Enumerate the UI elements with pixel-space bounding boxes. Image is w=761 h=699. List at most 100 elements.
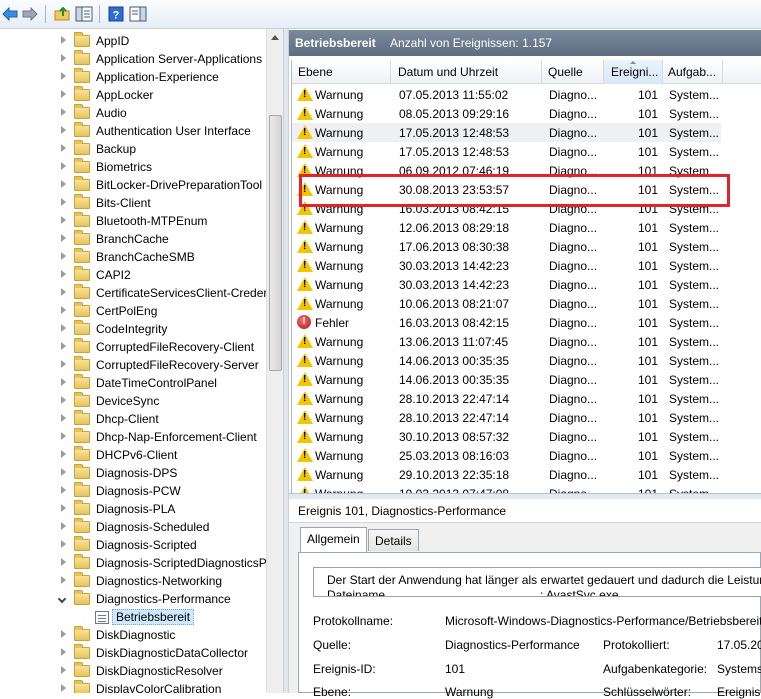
tree-item[interactable]: Diagnosis-ScriptedDiagnosticsPr xyxy=(0,554,271,572)
tree-item[interactable]: CertificateServicesClient-Creden xyxy=(0,284,270,302)
tree-item[interactable]: Application Server-Applications xyxy=(0,50,265,68)
column-date[interactable]: Datum und Uhrzeit xyxy=(398,65,498,79)
tree-item[interactable]: Diagnostics-Networking xyxy=(0,572,265,590)
show-action-pane-icon[interactable] xyxy=(128,4,148,24)
tree-item[interactable]: Biometrics xyxy=(0,158,265,176)
event-row[interactable]: Warnung 14.06.2013 00:35:35 Diagno... 101 Sy… xyxy=(292,370,722,389)
event-row[interactable]: Warnung 17.06.2013 08:30:38 Diagno... 101 Sy… xyxy=(292,237,722,256)
expand-arrow-icon[interactable] xyxy=(61,684,66,692)
tree-scrollbar[interactable] xyxy=(266,29,283,693)
forward-arrow-icon[interactable] xyxy=(20,4,40,24)
expand-arrow-icon[interactable] xyxy=(61,252,66,260)
tree-item[interactable]: DiskDiagnosticDataCollector xyxy=(0,644,265,662)
tree-item[interactable]: Bluetooth-MTPEnum xyxy=(0,212,265,230)
tree-item[interactable]: Authentication User Interface xyxy=(0,122,265,140)
tab-general[interactable]: Allgemein xyxy=(300,527,367,553)
expand-arrow-icon[interactable] xyxy=(61,216,66,224)
tree-item[interactable]: CorruptedFileRecovery-Client xyxy=(0,338,265,356)
event-row[interactable]: Warnung19.03.2013 07:47:08Diagno...101Sy… xyxy=(292,484,722,493)
event-row[interactable]: Warnung 29.10.2013 22:35:18 Diagno... 101 Sy… xyxy=(292,465,722,484)
expand-arrow-icon[interactable] xyxy=(61,450,66,458)
expand-arrow-icon[interactable] xyxy=(61,432,66,440)
event-row[interactable]: Warnung 28.10.2013 22:47:14 Diagno... 101 Sy… xyxy=(292,408,722,427)
tree-item[interactable]: Dhcp-Client xyxy=(0,410,265,428)
tree-item[interactable]: CAPI2 xyxy=(0,266,265,284)
tree-item[interactable]: Diagnosis-Scripted xyxy=(0,536,265,554)
scrollbar-thumb[interactable] xyxy=(269,115,282,371)
expand-arrow-icon[interactable] xyxy=(61,54,66,62)
back-arrow-icon[interactable] xyxy=(0,4,20,24)
tree-item[interactable]: Diagnostics-Performance xyxy=(0,590,265,608)
expand-arrow-icon[interactable] xyxy=(61,270,66,278)
tree-item[interactable]: DateTimeControlPanel xyxy=(0,374,265,392)
expand-arrow-icon[interactable] xyxy=(61,288,66,296)
event-row[interactable]: Warnung 30.03.2013 14:42:23 Diagno... 101 Sy… xyxy=(292,256,722,275)
event-row[interactable]: ! Fehler 16.03.2013 08:42:15 Diagno... 101 Sy… xyxy=(292,313,722,332)
help-icon[interactable]: ? xyxy=(106,4,126,24)
expand-arrow-icon[interactable] xyxy=(61,108,66,116)
expand-arrow-icon[interactable] xyxy=(61,342,66,350)
tree-item[interactable]: DHCPv6-Client xyxy=(0,446,265,464)
show-hide-tree-icon[interactable] xyxy=(74,4,94,24)
expand-arrow-icon[interactable] xyxy=(61,306,66,314)
expand-arrow-icon[interactable] xyxy=(61,378,66,386)
tree-item[interactable]: Backup xyxy=(0,140,265,158)
tree-item[interactable]: Diagnosis-PLA xyxy=(0,500,265,518)
tree-item[interactable]: CertPolEng xyxy=(0,302,265,320)
tree-item[interactable]: Diagnosis-PCW xyxy=(0,482,265,500)
expanded-arrow-icon[interactable] xyxy=(57,594,67,604)
column-event-id[interactable]: Ereigni... xyxy=(611,65,658,79)
expand-arrow-icon[interactable] xyxy=(61,540,66,548)
tree-item[interactable]: CorruptedFileRecovery-Server xyxy=(0,356,265,374)
expand-arrow-icon[interactable] xyxy=(61,666,66,674)
tree-item[interactable]: Dhcp-Nap-Enforcement-Client xyxy=(0,428,265,446)
tree-item[interactable]: DiskDiagnostic xyxy=(0,626,265,644)
tree-item[interactable]: AppLocker xyxy=(0,86,265,104)
event-row[interactable]: Warnung 12.06.2013 08:29:18 Diagno... 101 Sy… xyxy=(292,218,722,237)
expand-arrow-icon[interactable] xyxy=(61,522,66,530)
expand-arrow-icon[interactable] xyxy=(61,180,66,188)
expand-arrow-icon[interactable] xyxy=(61,630,66,638)
event-row[interactable]: Warnung 30.03.2013 14:42:23 Diagno... 101 Sy… xyxy=(292,275,722,294)
expand-arrow-icon[interactable] xyxy=(61,468,66,476)
expand-arrow-icon[interactable] xyxy=(61,396,66,404)
event-row[interactable]: Warnung 08.05.2013 09:29:16 Diagno... 101 Sy… xyxy=(292,104,722,123)
expand-arrow-icon[interactable] xyxy=(61,648,66,656)
scroll-up-icon[interactable] xyxy=(271,35,279,40)
expand-arrow-icon[interactable] xyxy=(61,234,66,242)
expand-arrow-icon[interactable] xyxy=(61,414,66,422)
expand-arrow-icon[interactable] xyxy=(61,576,66,584)
expand-arrow-icon[interactable] xyxy=(61,198,66,206)
expand-arrow-icon[interactable] xyxy=(61,126,66,134)
tree-item[interactable]: DisplayColorCalibration xyxy=(0,680,265,693)
tree-item[interactable]: BranchCache xyxy=(0,230,265,248)
expand-arrow-icon[interactable] xyxy=(61,144,66,152)
event-row[interactable]: Warnung 17.05.2013 12:48:53 Diagno... 101 Sy… xyxy=(292,123,722,142)
column-task-category[interactable]: Aufgab... xyxy=(668,65,716,79)
event-row[interactable]: Warnung 13.06.2013 11:07:45 Diagno... 101 Sy… xyxy=(292,332,722,351)
event-row[interactable]: Warnung 10.06.2013 08:21:07 Diagno... 101 Sy… xyxy=(292,294,722,313)
tree-item[interactable]: Diagnosis-DPS xyxy=(0,464,265,482)
event-row[interactable]: Warnung 25.03.2013 08:16:03 Diagno... 101 Sy… xyxy=(292,446,722,465)
tree-item[interactable]: CodeIntegrity xyxy=(0,320,265,338)
event-row[interactable]: Warnung 30.10.2013 08:57:32 Diagno... 101 Sy… xyxy=(292,427,722,446)
folder-up-icon[interactable] xyxy=(52,4,72,24)
expand-arrow-icon[interactable] xyxy=(61,486,66,494)
tree-item[interactable]: DeviceSync xyxy=(0,392,265,410)
tree-item[interactable]: AppID xyxy=(0,32,265,50)
column-level[interactable]: Ebene xyxy=(298,65,333,79)
tab-details[interactable]: Details xyxy=(368,529,419,551)
expand-arrow-icon[interactable] xyxy=(61,90,66,98)
expand-arrow-icon[interactable] xyxy=(61,360,66,368)
tree-item[interactable]: Audio xyxy=(0,104,265,122)
tree-item[interactable]: Bits-Client xyxy=(0,194,265,212)
expand-arrow-icon[interactable] xyxy=(61,72,66,80)
tree-item[interactable]: DiskDiagnosticResolver xyxy=(0,662,265,680)
expand-arrow-icon[interactable] xyxy=(61,162,66,170)
event-row[interactable]: Warnung 07.05.2013 11:55:02 Diagno... 101 Sy… xyxy=(292,85,722,104)
event-row[interactable]: Warnung 28.10.2013 22:47:14 Diagno... 101 Sy… xyxy=(292,389,722,408)
expand-arrow-icon[interactable] xyxy=(61,324,66,332)
column-source[interactable]: Quelle xyxy=(548,65,583,79)
tree-item[interactable]: Diagnosis-Scheduled xyxy=(0,518,265,536)
expand-arrow-icon[interactable] xyxy=(61,558,66,566)
